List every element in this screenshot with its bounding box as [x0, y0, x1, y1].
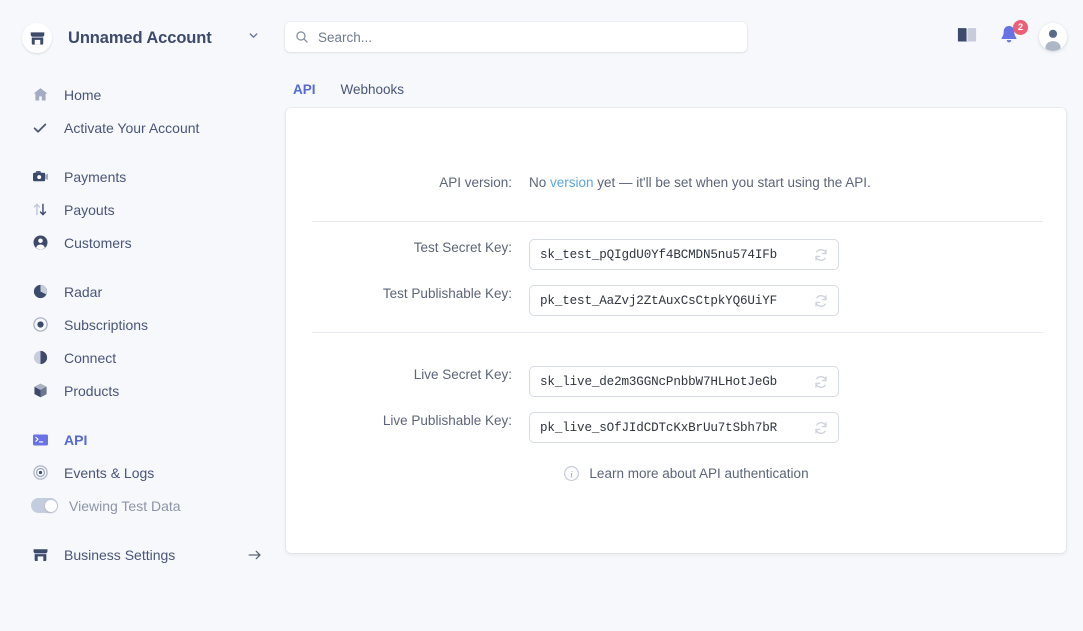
storefront-icon	[31, 546, 49, 564]
sidebar-item-payouts[interactable]: Payouts	[0, 193, 285, 226]
api-version-row: API version: No version yet — it'll be s…	[286, 174, 1066, 191]
sidebar-item-label: Activate Your Account	[64, 120, 199, 136]
check-icon	[31, 119, 49, 137]
sidebar-item-label: Products	[64, 383, 119, 399]
nav-divider	[0, 144, 285, 160]
sidebar-item-payments[interactable]: Payments	[0, 160, 285, 193]
api-keys-card: API version: No version yet — it'll be s…	[286, 108, 1066, 553]
learn-more-link[interactable]: Learn more about API authentication	[589, 466, 808, 481]
book-icon	[956, 25, 978, 50]
api-version-text-after: yet — it'll be set when you start using …	[594, 175, 871, 190]
sidebar-item-products[interactable]: Products	[0, 374, 285, 407]
refresh-icon[interactable]	[813, 374, 829, 390]
tab-webhooks[interactable]: Webhooks	[341, 83, 405, 97]
radar-icon	[31, 283, 49, 301]
arrow-right-icon	[247, 548, 263, 562]
person-circle-icon	[31, 234, 49, 252]
target-icon	[31, 316, 49, 334]
sidebar-item-radar[interactable]: Radar	[0, 275, 285, 308]
api-version-value: No version yet — it'll be set when you s…	[529, 175, 871, 190]
sidebar-item-events-and-logs[interactable]: Events & Logs	[0, 456, 285, 489]
test-secret-key-label: Test Secret Key:	[286, 239, 529, 256]
top-bar: Unnamed Account	[0, 0, 1083, 74]
sidebar-item-label: API	[64, 432, 87, 448]
transfer-arrows-icon	[31, 201, 49, 219]
avatar[interactable]	[1039, 23, 1067, 51]
sidebar-item-label: Connect	[64, 350, 116, 366]
sidebar-item-activate-your-account[interactable]: Activate Your Account	[0, 111, 285, 144]
storefront-icon	[22, 23, 52, 53]
test-publishable-key-row: Test Publishable Key:	[286, 285, 1066, 316]
nav-divider	[0, 407, 285, 423]
account-switcher[interactable]: Unnamed Account	[22, 20, 280, 56]
home-icon	[31, 86, 49, 104]
api-version-label: API version:	[286, 174, 529, 191]
sidebar-item-label: Home	[64, 87, 101, 103]
nav-divider	[0, 259, 285, 275]
refresh-icon[interactable]	[813, 420, 829, 436]
rings-icon	[31, 464, 49, 482]
sidebar-item-customers[interactable]: Customers	[0, 226, 285, 259]
live-publishable-key-row: Live Publishable Key:	[286, 412, 1066, 443]
live-secret-key-input[interactable]	[530, 367, 802, 396]
nav-divider	[0, 522, 285, 538]
test-secret-key-input[interactable]	[530, 240, 802, 269]
live-secret-key-field[interactable]	[529, 366, 839, 397]
test-publishable-key-input[interactable]	[530, 286, 802, 315]
sidebar-item-subscriptions[interactable]: Subscriptions	[0, 308, 285, 341]
sidebar-item-connect[interactable]: Connect	[0, 341, 285, 374]
test-secret-key-field[interactable]	[529, 239, 839, 270]
search-input[interactable]	[318, 22, 737, 52]
test-secret-key-row: Test Secret Key:	[286, 239, 1066, 270]
refresh-icon[interactable]	[813, 247, 829, 263]
app-root: Unnamed Account	[0, 0, 1083, 631]
chevron-down-icon[interactable]	[247, 29, 260, 47]
test-publishable-key-field[interactable]	[529, 285, 839, 316]
notifications-button[interactable]: 2	[997, 25, 1021, 49]
toggle-icon[interactable]	[31, 497, 58, 515]
live-publishable-key-label: Live Publishable Key:	[286, 412, 529, 429]
notification-badge: 2	[1013, 20, 1028, 35]
sidebar-item-label: Events & Logs	[64, 465, 154, 481]
sidebar-item-label: Radar	[64, 284, 102, 300]
pie-icon	[31, 349, 49, 367]
tab-bar: API Webhooks	[285, 74, 1083, 106]
tab-api[interactable]: API	[293, 83, 316, 97]
divider-live-keys	[312, 332, 1043, 333]
sidebar-item-api[interactable]: API	[0, 423, 285, 456]
camera-icon	[31, 168, 49, 186]
main-content: API Webhooks API version: No version yet…	[285, 74, 1083, 631]
sidebar-item-label: Business Settings	[64, 547, 175, 563]
docs-button[interactable]	[955, 25, 979, 49]
box-icon	[31, 382, 49, 400]
sidebar: Home Activate Your Account Payments	[0, 74, 285, 631]
divider-test-keys	[312, 221, 1043, 222]
sidebar-item-label: Subscriptions	[64, 317, 148, 333]
toggle-knob	[45, 500, 57, 512]
sidebar-item-home[interactable]: Home	[0, 78, 285, 111]
api-version-text-before: No	[529, 175, 550, 190]
top-actions: 2	[955, 20, 1067, 54]
live-secret-key-label: Live Secret Key:	[286, 366, 529, 383]
search-bar[interactable]	[285, 22, 747, 52]
terminal-icon	[31, 431, 49, 449]
live-publishable-key-field[interactable]	[529, 412, 839, 443]
test-data-toggle[interactable]	[31, 498, 58, 513]
test-publishable-key-label: Test Publishable Key:	[286, 285, 529, 302]
search-icon	[295, 30, 309, 44]
sidebar-item-label: Payments	[64, 169, 126, 185]
svg-text:i: i	[571, 469, 574, 480]
refresh-icon[interactable]	[813, 293, 829, 309]
sidebar-item-viewing-test-data[interactable]: Viewing Test Data	[0, 489, 285, 522]
sidebar-item-label: Payouts	[64, 202, 115, 218]
info-icon: i	[563, 465, 580, 482]
api-version-link[interactable]: version	[550, 175, 594, 190]
live-secret-key-row: Live Secret Key:	[286, 366, 1066, 397]
live-publishable-key-input[interactable]	[530, 413, 802, 442]
sidebar-item-label: Customers	[64, 235, 132, 251]
sidebar-item-business-settings[interactable]: Business Settings	[0, 538, 285, 571]
sidebar-item-label: Viewing Test Data	[69, 498, 181, 514]
account-name: Unnamed Account	[68, 29, 212, 48]
learn-more-row: i Learn more about API authentication	[286, 465, 1066, 482]
